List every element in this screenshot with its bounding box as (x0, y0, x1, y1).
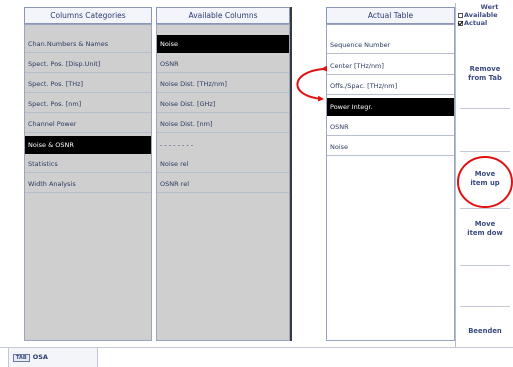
move-arrow-icon (296, 65, 328, 102)
wert-title: Wert (480, 3, 499, 11)
list-item[interactable]: OSNR (327, 118, 454, 136)
list-item[interactable]: OSNR (157, 55, 289, 73)
available-columns-list[interactable]: Noise OSNR Noise Dist. [THz/nm] Noise Di… (156, 24, 290, 341)
list-item[interactable]: Noise Dist. [GHz] (157, 95, 289, 113)
list-item-separator: - - - - - - - - (160, 141, 194, 149)
list-item[interactable]: Noise Dist. [THz/nm] (157, 75, 289, 93)
tab-osa[interactable]: TAB OSA (8, 348, 98, 367)
separator (460, 108, 510, 109)
list-item-selected[interactable]: Noise (157, 35, 289, 53)
columns-categories-panel: Columns Categories Chan.Numbers & Names … (5, 7, 155, 341)
list-item-selected[interactable]: Noise & OSNR (25, 136, 151, 154)
right-button-bar: Remove from Tab Move item up Move item d… (455, 3, 513, 347)
list-item-selected[interactable]: Power Integr. (327, 98, 454, 116)
list-item[interactable]: Center [THz/nm] (327, 57, 454, 75)
list-item[interactable]: Sequence Number (327, 36, 454, 54)
move-down-label-line2: item dow (467, 229, 503, 237)
list-item[interactable]: Width Analysis (25, 175, 151, 193)
available-checkbox[interactable] (458, 12, 463, 18)
list-item[interactable]: Chan.Numbers & Names (25, 35, 151, 53)
list-item[interactable]: OSNR rel (157, 175, 289, 193)
separator (460, 208, 510, 209)
separator (460, 151, 510, 152)
actual-checkbox[interactable] (458, 20, 463, 26)
tab-osa-label: OSA (32, 353, 48, 361)
actual-table-list[interactable]: Sequence Number Center [THz/nm] Offs./Sp… (326, 24, 455, 341)
actual-checkbox-label: Actual (464, 19, 488, 27)
move-item-down-button[interactable]: Move item dow (456, 220, 513, 238)
close-label: Beenden (468, 327, 502, 335)
available-checkbox-row[interactable]: Available (458, 11, 513, 19)
list-item[interactable]: Noise rel (157, 155, 289, 173)
columns-categories-list[interactable]: Chan.Numbers & Names Spect. Pos. [Disp.U… (24, 24, 152, 341)
available-columns-panel: Available Columns Noise OSNR Noise Dist.… (156, 7, 291, 341)
list-item[interactable]: Spect. Pos. [nm] (25, 95, 151, 113)
move-up-label-line1: Move (474, 170, 496, 178)
separator (460, 265, 510, 266)
bottom-tab-bar: TAB OSA (0, 347, 513, 367)
list-item[interactable]: Spect. Pos. [Disp.Unit] (25, 55, 151, 73)
list-item[interactable]: Noise (327, 138, 454, 156)
actual-checkbox-row[interactable]: Actual (458, 19, 513, 27)
list-item[interactable]: Spect. Pos. [THz] (25, 75, 151, 93)
move-item-up-button[interactable]: Move item up (456, 170, 513, 188)
divider (290, 7, 292, 341)
available-checkbox-label: Available (464, 11, 498, 19)
remove-from-table-button[interactable]: Remove from Tab (456, 65, 513, 83)
separator (460, 306, 510, 307)
actual-table-header: Actual Table (326, 7, 455, 24)
list-item[interactable]: Channel Power (25, 115, 151, 133)
wert-group: Wert Available Actual (458, 3, 513, 27)
close-button[interactable]: Beenden (456, 327, 513, 336)
remove-label-line2: from Tab (468, 74, 502, 82)
move-down-label-line1: Move (474, 220, 496, 228)
remove-label-line1: Remove (469, 65, 501, 73)
list-item[interactable]: Offs./Spac. [THz/nm] (327, 77, 454, 95)
list-item[interactable]: Noise Dist. [nm] (157, 115, 289, 133)
columns-categories-header: Columns Categories (24, 7, 152, 24)
tab-icon: TAB (13, 354, 30, 362)
available-columns-header: Available Columns (156, 7, 290, 24)
list-item[interactable]: Statistics (25, 155, 151, 173)
actual-table-panel: Actual Table Sequence Number Center [THz… (326, 7, 456, 341)
move-up-label-line2: item up (470, 179, 500, 187)
